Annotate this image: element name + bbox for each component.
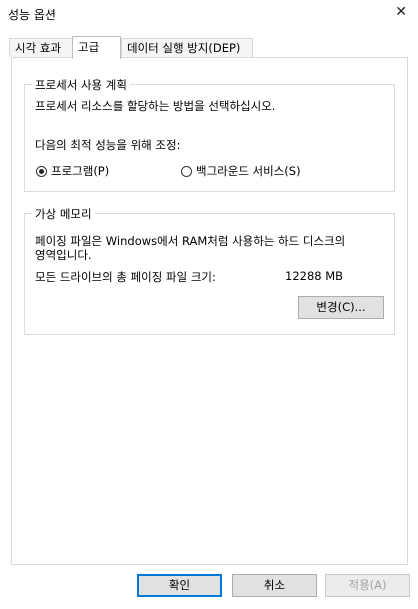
change-button[interactable]: 변경(C)...	[298, 296, 384, 319]
total-paging-label: 모든 드라이브의 총 페이징 파일 크기:	[35, 270, 216, 284]
radio-programs-indicator[interactable]	[36, 166, 47, 177]
tab-visual-effects[interactable]: 시각 효과	[9, 38, 73, 57]
radio-programs-label: 프로그램(P)	[51, 164, 110, 178]
close-icon[interactable]: ✕	[395, 4, 407, 20]
radio-programs[interactable]: 프로그램(P)	[36, 163, 109, 179]
tab-advanced[interactable]: 고급	[72, 36, 121, 59]
window-title: 성능 옵션	[8, 8, 56, 22]
processor-description: 프로세서 리소스를 할당하는 방법을 선택하십시오.	[35, 99, 276, 113]
radio-background-indicator[interactable]	[181, 166, 192, 177]
adjust-label: 다음의 최적 성능을 위해 조정:	[35, 138, 181, 152]
virtual-memory-title: 가상 메모리	[32, 206, 95, 222]
tab-strip: 시각 효과 고급 데이터 실행 방지(DEP)	[0, 36, 418, 59]
virtual-memory-group: 가상 메모리 페이징 파일은 Windows에서 RAM처럼 사용하는 하드 디…	[24, 206, 395, 335]
radio-background-services[interactable]: 백그라운드 서비스(S)	[181, 163, 301, 179]
paging-description-line2: 영역입니다.	[35, 248, 92, 262]
advanced-panel: 프로세서 사용 계획 프로세서 리소스를 할당하는 방법을 선택하십시오. 다음…	[11, 57, 408, 565]
processor-group-title: 프로세서 사용 계획	[32, 77, 130, 93]
radio-background-label: 백그라운드 서비스(S)	[196, 164, 301, 178]
tab-dep[interactable]: 데이터 실행 방지(DEP)	[121, 38, 253, 57]
close-button[interactable]: ✕	[384, 0, 418, 28]
ok-button[interactable]: 확인	[137, 574, 222, 597]
cancel-button[interactable]: 취소	[232, 574, 317, 597]
title-bar: 성능 옵션 ✕	[0, 0, 418, 28]
processor-scheduling-group: 프로세서 사용 계획 프로세서 리소스를 할당하는 방법을 선택하십시오. 다음…	[24, 77, 395, 192]
apply-button[interactable]: 적용(A)	[325, 574, 410, 597]
total-paging-value: 12288 MB	[285, 269, 344, 283]
